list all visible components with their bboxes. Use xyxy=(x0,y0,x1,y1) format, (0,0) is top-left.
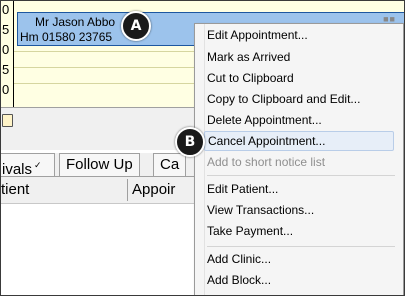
menu-item-take-payment[interactable]: Take Payment... xyxy=(207,221,393,241)
time-label: 5 xyxy=(2,22,10,37)
time-label: 0 xyxy=(2,42,10,57)
time-label: 0 xyxy=(2,82,10,97)
column-separator[interactable] xyxy=(127,179,128,201)
document-icon[interactable] xyxy=(2,114,13,127)
tab-label: Follow Up xyxy=(66,156,133,173)
menu-item-view-transactions[interactable]: View Transactions... xyxy=(207,200,393,220)
tab-follow-up[interactable]: Follow Up xyxy=(59,153,140,176)
time-label: 0 xyxy=(2,2,10,17)
tab-arrivals[interactable]: ivals ✓ xyxy=(1,153,55,178)
menu-item-delete-appointment[interactable]: Delete Appointment... xyxy=(207,110,393,130)
menu-item-add-clinic[interactable]: Add Clinic... xyxy=(207,249,393,269)
appointment-phone: Hm 01580 23765 xyxy=(20,30,113,44)
application-window: 0 5 0 5 0 Mr Jason Abbo Hm 01580 23765 ■… xyxy=(0,0,405,296)
menu-item-add-to-short-notice-list: Add to short notice list xyxy=(207,155,326,169)
column-header-appointment[interactable]: Appoir xyxy=(132,177,175,203)
time-label: 5 xyxy=(2,62,10,77)
menu-item-add-block[interactable]: Add Block... xyxy=(207,270,393,290)
time-column: 0 5 0 5 0 xyxy=(1,1,14,107)
tab-partial[interactable]: Ca xyxy=(153,153,187,176)
column-header-patient[interactable]: tient xyxy=(1,177,29,203)
context-menu: Edit Appointment... Mark as Arrived Cut … xyxy=(194,23,404,295)
menu-separator xyxy=(207,246,395,247)
tab-label: Ca xyxy=(160,156,180,173)
menu-item-copy-to-clipboard-and-edit[interactable]: Copy to Clipboard and Edit... xyxy=(207,89,393,109)
checkmark-icon: ✓ xyxy=(34,160,42,170)
callout-marker-b: B xyxy=(175,127,205,157)
menu-item-cut-to-clipboard[interactable]: Cut to Clipboard xyxy=(207,68,393,88)
appointment-patient-name: Mr Jason Abbo xyxy=(35,15,116,29)
tab-label: ivals xyxy=(2,161,33,178)
menu-gutter xyxy=(195,24,205,295)
menu-item-cancel-appointment[interactable]: Cancel Appointment... xyxy=(204,131,394,151)
menu-item-mark-as-arrived[interactable]: Mark as Arrived xyxy=(207,47,393,67)
menu-item-edit-patient[interactable]: Edit Patient... xyxy=(207,179,393,199)
menu-item-edit-appointment[interactable]: Edit Appointment... xyxy=(207,25,393,45)
callout-marker-a: A xyxy=(121,11,151,41)
menu-separator xyxy=(207,175,395,176)
